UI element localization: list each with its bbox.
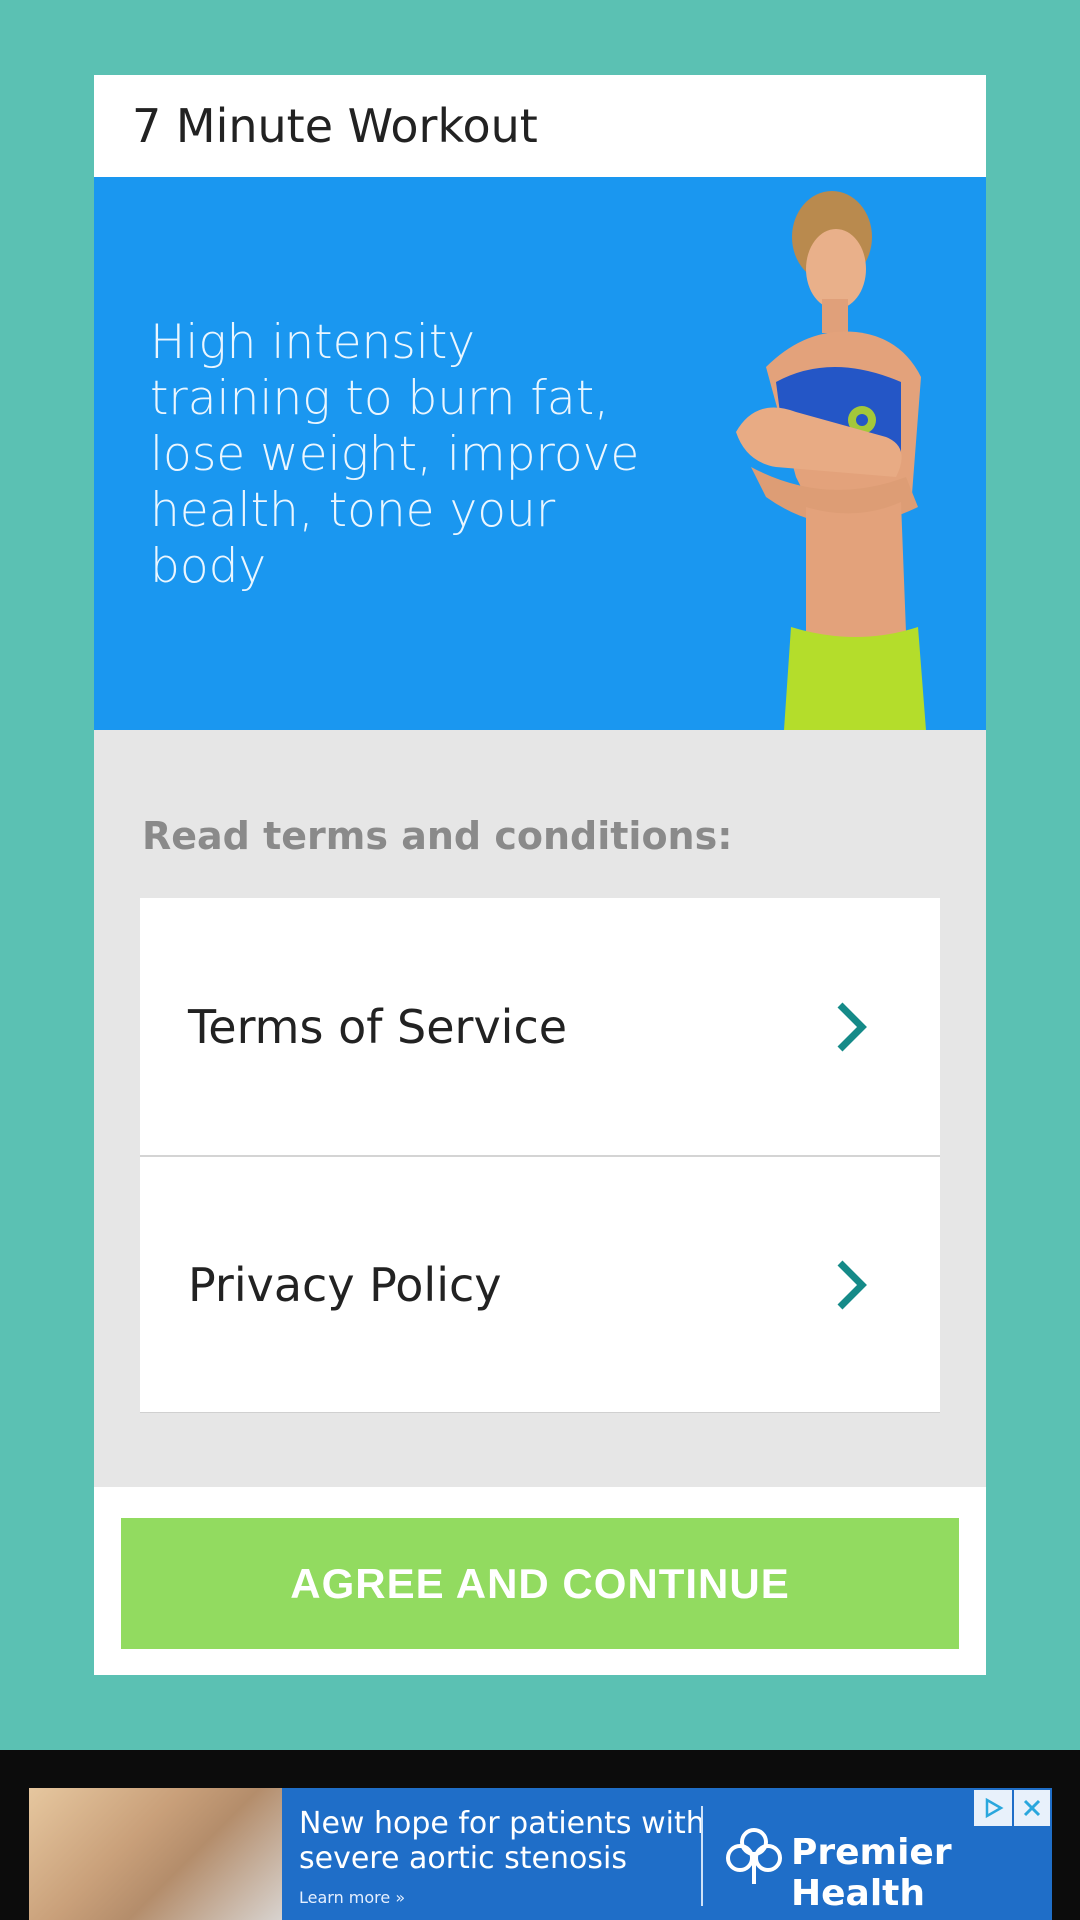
ad-headline: New hope for patients with severe aortic…	[299, 1806, 705, 1876]
chevron-right-icon	[837, 1260, 867, 1309]
terms-of-service-item[interactable]: Terms of Service	[140, 898, 940, 1155]
dialog-header: 7 Minute Workout	[94, 75, 986, 177]
terms-dialog: 7 Minute Workout High intensity training…	[94, 75, 986, 1675]
privacy-policy-label: Privacy Policy	[188, 1257, 502, 1312]
terms-section: Read terms and conditions: Terms of Serv…	[94, 730, 986, 1487]
ad-photo	[29, 1788, 282, 1920]
terms-heading: Read terms and conditions:	[142, 814, 733, 858]
privacy-policy-item[interactable]: Privacy Policy	[140, 1155, 940, 1412]
app-title: 7 Minute Workout	[132, 99, 538, 153]
hero-tagline: High intensity training to burn fat, los…	[150, 315, 640, 594]
terms-of-service-label: Terms of Service	[188, 999, 568, 1054]
hero-banner: High intensity training to burn fat, los…	[94, 177, 986, 730]
agree-and-continue-button[interactable]: AGREE AND CONTINUE	[121, 1518, 959, 1649]
ad-banner-bar: New hope for patients with severe aortic…	[0, 1750, 1080, 1920]
ad-learn-more-link[interactable]: Learn more »	[299, 1888, 405, 1907]
premier-health-logo	[726, 1828, 782, 1884]
chevron-right-icon	[837, 1002, 867, 1051]
fitness-model-illustration	[736, 191, 926, 730]
ad-brand-name: Premier Health	[791, 1832, 952, 1914]
close-icon[interactable]	[1014, 1790, 1050, 1826]
dialog-footer: AGREE AND CONTINUE	[94, 1492, 986, 1675]
adchoices-icon[interactable]	[974, 1790, 1012, 1826]
ad-divider	[701, 1806, 703, 1906]
terms-list: Terms of Service Privacy Policy	[140, 898, 940, 1413]
ad-banner[interactable]: New hope for patients with severe aortic…	[29, 1788, 1052, 1920]
